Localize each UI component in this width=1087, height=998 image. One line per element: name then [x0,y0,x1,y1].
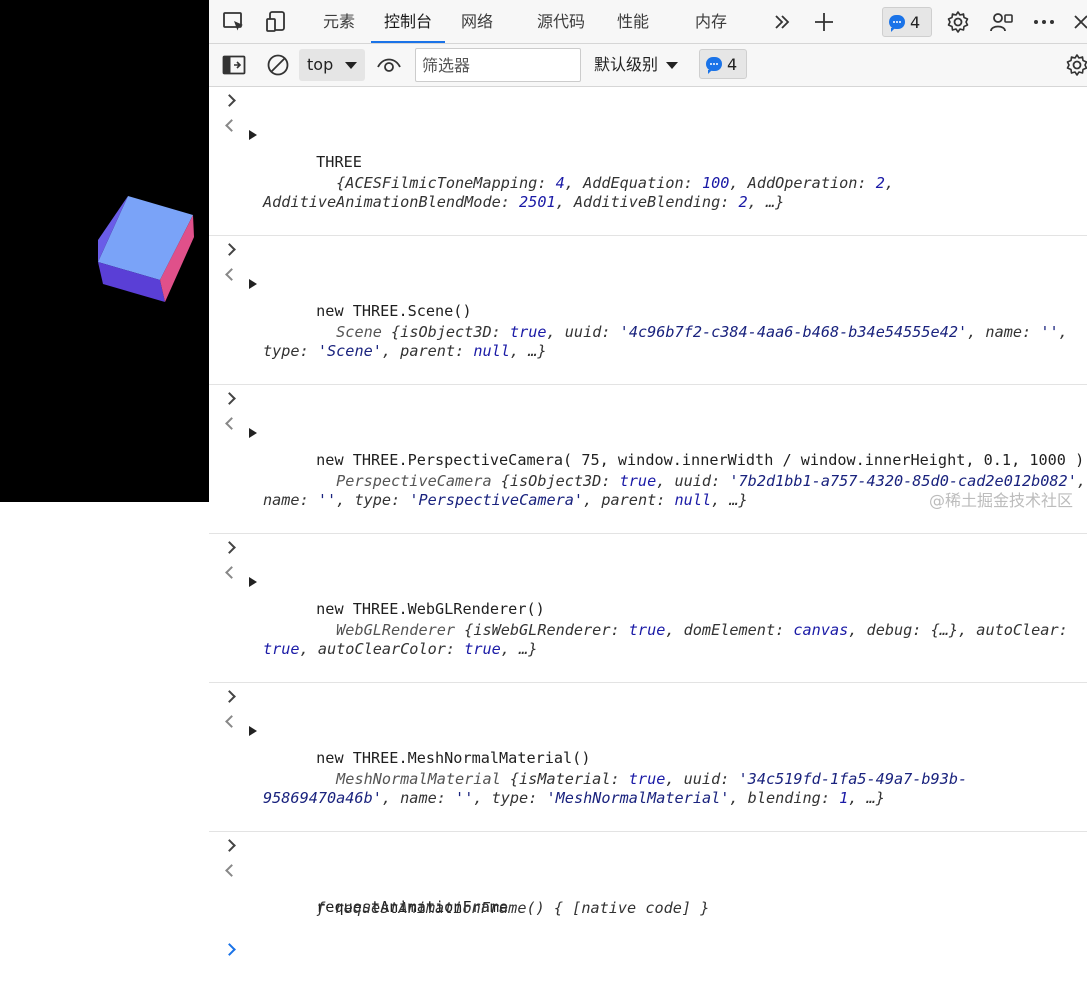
console-result[interactable]: PerspectiveCamera {isObject3D: true, uui… [209,411,1087,533]
more-tabs-chevron-icon[interactable] [769,9,795,35]
console-entry: new THREE.PerspectiveCamera( 75, window.… [209,385,1087,534]
expand-triangle-icon[interactable] [249,428,257,438]
result-arrow-icon [225,864,238,877]
live-expression-eye-icon[interactable] [376,53,402,77]
result-arrow-icon [225,715,238,728]
console-input-line[interactable]: THREE [209,87,1087,171]
clear-console-icon[interactable] [265,53,291,77]
inspect-element-icon[interactable] [221,9,247,35]
expand-triangle-icon[interactable] [249,726,257,736]
console-input-line[interactable]: requestAnimationFrame [209,832,1087,916]
input-prompt-chevron-icon [223,392,236,405]
result-arrow-icon [225,566,238,579]
add-tab-plus-icon[interactable] [811,9,837,35]
input-prompt-chevron-icon [223,839,236,852]
log-levels-dropdown[interactable]: 默认级别 [594,49,682,81]
input-prompt-chevron-icon [223,94,236,107]
cube-render [98,196,194,302]
console-log: THREE {ACESFilmicToneMapping: 4, AddEqua… [209,87,1087,956]
message-bubble-icon [889,15,905,32]
console-prompt-line[interactable] [209,941,1087,956]
dropdown-caret-icon [345,62,357,69]
watermark: @稀土掘金技术社区 [928,491,1073,510]
tab-sources[interactable]: 源代码 [529,0,593,43]
filter-input[interactable] [415,48,581,82]
console-input-line[interactable]: new THREE.PerspectiveCamera( 75, window.… [209,385,1087,469]
expand-triangle-icon[interactable] [249,279,257,289]
tab-memory[interactable]: 内存 [687,0,735,43]
log-levels-label: 默认级别 [594,55,659,74]
console-result[interactable]: ƒ requestAnimationFrame() { [native code… [209,858,1087,941]
console-result[interactable]: WebGLRenderer {isWebGLRenderer: true, do… [209,560,1087,682]
result-arrow-icon [225,417,238,430]
console-input-line[interactable]: new THREE.MeshNormalMaterial() [209,683,1087,767]
settings-gear-icon[interactable] [945,9,971,35]
devtools-tabbar: 元素 控制台 网络 源代码 性能 内存 4 [209,0,1087,44]
result-arrow-icon [225,119,238,132]
console-settings-gear-icon[interactable] [1065,53,1087,77]
result-arrow-icon [225,268,238,281]
close-panel-icon[interactable] [1071,9,1087,35]
input-prompt-chevron-icon [223,690,236,703]
tab-network[interactable]: 网络 [453,0,501,43]
more-options-ellipsis-icon[interactable] [1031,9,1057,35]
console-entry: new THREE.Scene() Scene {isObject3D: tru… [209,236,1087,385]
dropdown-caret-icon [666,62,679,69]
context-select[interactable]: top [299,49,365,81]
devtools-panel: 元素 控制台 网络 源代码 性能 内存 4 top 筛选器 默认级别 4 THR… [209,0,1087,956]
console-input-line[interactable]: new THREE.Scene() [209,236,1087,320]
tab-performance[interactable]: 性能 [609,0,657,43]
tab-elements[interactable]: 元素 [315,0,363,43]
messages-count: 4 [727,54,738,74]
console-toolbar: top 默认级别 4 [209,44,1087,87]
console-entry: new THREE.WebGLRenderer() WebGLRenderer … [209,534,1087,683]
console-entry: requestAnimationFrame ƒ requestAnimation… [209,832,1087,941]
console-entry: THREE {ACESFilmicToneMapping: 4, AddEqua… [209,87,1087,236]
webgl-canvas [0,0,209,502]
context-value: top [307,55,334,74]
customize-people-icon[interactable] [989,9,1015,35]
expand-triangle-icon[interactable] [249,577,257,587]
issues-count: 4 [910,12,921,32]
result-obj: {ACESFilmicToneMapping [336,173,538,192]
issues-badge[interactable]: 4 [882,7,932,37]
console-input-line[interactable]: new THREE.WebGLRenderer() [209,534,1087,618]
console-result[interactable]: Scene {isObject3D: true, uuid: '4c96b7f2… [209,262,1087,384]
console-result[interactable]: {ACESFilmicToneMapping: 4, AddEquation: … [209,113,1087,235]
console-result[interactable]: MeshNormalMaterial {isMaterial: true, uu… [209,709,1087,831]
sidebar-toggle-icon[interactable] [221,53,247,77]
input-prompt-chevron-icon [223,541,236,554]
active-prompt-chevron-icon [223,943,236,956]
message-bubble-icon [706,57,722,74]
input-prompt-chevron-icon [223,243,236,256]
console-entry: new THREE.MeshNormalMaterial() MeshNorma… [209,683,1087,832]
messages-badge[interactable]: 4 [699,49,747,79]
tab-console[interactable]: 控制台 [371,0,445,43]
device-emulation-icon[interactable] [265,9,291,35]
expand-triangle-icon[interactable] [249,130,257,140]
